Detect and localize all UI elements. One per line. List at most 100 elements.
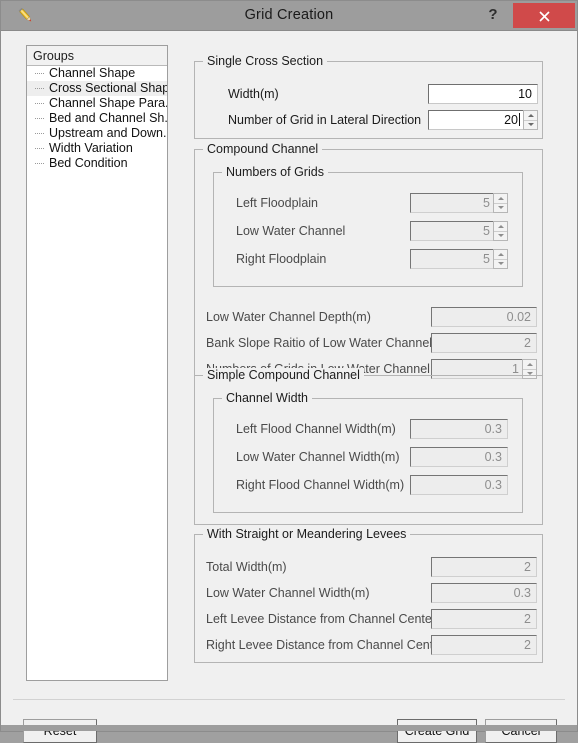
tree-item-channel-shape-parameters[interactable]: Channel Shape Para... [27,96,167,111]
low-water-channel-grids-input[interactable]: 5 [410,221,493,241]
low-water-channel-grids-spin-buttons[interactable] [493,221,508,241]
field-row-low-water-width: Low Water Channel Width(m) 0.3 [214,447,522,469]
width-input[interactable]: 10 [428,84,538,104]
reset-button[interactable]: Reset [23,719,97,743]
field-label-lateral-grid: Number of Grid in Lateral Direction [228,113,422,127]
field-label-right-flood-width: Right Flood Channel Width(m) [236,478,405,492]
spin-down-icon[interactable] [494,203,507,212]
groupbox-simple-compound-channel: Simple Compound Channel Channel Width Le… [194,368,543,525]
spin-down-icon[interactable] [524,120,537,129]
tree-twig-icon [35,148,44,149]
field-row-right-levee-distance: Right Levee Distance from Channel Center… [195,635,542,657]
tree-item-upstream-and-downstream[interactable]: Upstream and Down... [27,126,167,141]
right-floodplain-input[interactable]: 5 [410,249,493,269]
tree-item-label: Upstream and Down... [49,126,168,140]
field-row-lateral-grid: Number of Grid in Lateral Direction 20 [195,110,542,132]
right-flood-channel-width-input[interactable]: 0.3 [410,475,508,495]
groupbox-title: Compound Channel [203,142,323,156]
footer-separator [13,699,565,700]
low-water-channel-width-input[interactable]: 0.3 [410,447,508,467]
groupbox-title: Simple Compound Channel [203,368,364,382]
help-button[interactable]: ? [477,1,509,30]
right-levee-distance-input[interactable]: 2 [431,635,537,655]
tree-item-label: Channel Shape [49,66,136,80]
tree-item-label: Bed Condition [49,156,128,170]
field-label-left-flood-width: Left Flood Channel Width(m) [236,422,396,436]
groupbox-title: Single Cross Section [203,54,328,68]
right-floodplain-spinner[interactable]: 5 [410,249,508,269]
left-flood-channel-width-input[interactable]: 0.3 [410,419,508,439]
groupbox-title: Channel Width [222,391,312,405]
total-width-input[interactable]: 2 [431,557,537,577]
groupbox-title: Numbers of Grids [222,165,328,179]
tree-twig-icon [35,133,44,134]
field-label-bank-slope-ratio: Bank Slope Raitio of Low Water Channel [206,336,433,350]
cancel-button[interactable]: Cancel [485,719,557,743]
grid-creation-dialog: Grid Creation ? Groups Channel Shape Cro… [0,0,578,743]
text-caret [519,113,520,126]
tree-twig-icon [35,88,44,89]
field-label-total-width: Total Width(m) [206,560,287,574]
low-water-channel-depth-input[interactable]: 0.02 [431,307,537,327]
field-label-left-floodplain: Left Floodplain [236,196,319,210]
tree-item-width-variation[interactable]: Width Variation [27,141,167,156]
field-label-right-floodplain: Right Floodplain [236,252,327,266]
groupbox-levees: With Straight or Meandering Levees Total… [194,527,543,663]
title-bar: Grid Creation ? [1,1,577,31]
window-bottom-strip [1,725,577,731]
spin-down-icon[interactable] [494,259,507,268]
tree-twig-icon [35,103,44,104]
field-row-left-flood-width: Left Flood Channel Width(m) 0.3 [214,419,522,441]
dialog-body: Groups Channel Shape Cross Sectional Sha… [1,31,577,743]
tree-item-label: Cross Sectional Shap... [49,81,168,95]
tree-twig-icon [35,163,44,164]
lateral-grid-spinner[interactable]: 20 [428,110,538,130]
spin-down-icon[interactable] [494,231,507,240]
field-label-levee-low-water-width: Low Water Channel Width(m) [206,586,370,600]
field-row-total-width: Total Width(m) 2 [195,557,542,579]
groupbox-channel-width: Channel Width Left Flood Channel Width(m… [213,391,523,513]
levee-low-water-channel-width-input[interactable]: 0.3 [431,583,537,603]
create-grid-button[interactable]: Create Grid [397,719,477,743]
tree-item-bed-and-channel-shape[interactable]: Bed and Channel Sh... [27,111,167,126]
field-row-low-water-depth: Low Water Channel Depth(m) 0.02 [195,307,542,329]
lateral-grid-input[interactable]: 20 [428,110,523,130]
tree-item-bed-condition[interactable]: Bed Condition [27,156,167,171]
groups-tree-items: Channel Shape Cross Sectional Shap... Ch… [27,66,167,171]
lateral-grid-spin-buttons[interactable] [523,110,538,130]
field-label-left-levee-distance: Left Levee Distance from Channel Center(… [206,612,455,626]
left-levee-distance-input[interactable]: 2 [431,609,537,629]
field-label-width: Width(m) [228,87,279,101]
field-row-right-floodplain: Right Floodplain 5 [214,249,522,271]
low-water-channel-grids-spinner[interactable]: 5 [410,221,508,241]
bank-slope-ratio-input[interactable]: 2 [431,333,537,353]
left-floodplain-spin-buttons[interactable] [493,193,508,213]
groupbox-single-cross-section: Single Cross Section Width(m) 10 Number … [194,54,543,139]
tree-twig-icon [35,118,44,119]
close-icon [538,11,550,22]
field-label-low-water-width: Low Water Channel Width(m) [236,450,400,464]
right-floodplain-spin-buttons[interactable] [493,249,508,269]
field-row-right-flood-width: Right Flood Channel Width(m) 0.3 [214,475,522,497]
left-floodplain-spinner[interactable]: 5 [410,193,508,213]
tree-item-channel-shape[interactable]: Channel Shape [27,66,167,81]
field-row-left-floodplain: Left Floodplain 5 [214,193,522,215]
field-label-low-water-depth: Low Water Channel Depth(m) [206,310,371,324]
groups-tree-header: Groups [27,46,167,66]
groupbox-compound-channel: Compound Channel Numbers of Grids Left F… [194,142,543,379]
field-row-levee-low-water-width: Low Water Channel Width(m) 0.3 [195,583,542,605]
tree-twig-icon [35,73,44,74]
field-row-low-water-channel: Low Water Channel 5 [214,221,522,243]
tree-item-label: Width Variation [49,141,133,155]
field-row-left-levee-distance: Left Levee Distance from Channel Center(… [195,609,542,631]
close-button[interactable] [513,3,575,28]
tree-item-label: Bed and Channel Sh... [49,111,168,125]
tree-item-label: Channel Shape Para... [49,96,168,110]
field-row-bank-slope-ratio: Bank Slope Raitio of Low Water Channel 2 [195,333,542,355]
field-row-width: Width(m) 10 [195,84,542,106]
field-label-right-levee-distance: Right Levee Distance from Channel Center… [206,638,464,652]
groups-tree-panel[interactable]: Groups Channel Shape Cross Sectional Sha… [26,45,168,681]
tree-item-cross-sectional-shape[interactable]: Cross Sectional Shap... [27,81,167,96]
groupbox-title: With Straight or Meandering Levees [203,527,411,541]
left-floodplain-input[interactable]: 5 [410,193,493,213]
